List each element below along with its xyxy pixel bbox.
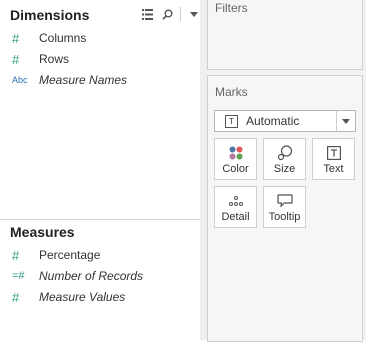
pane-splitter[interactable] [200,0,207,340]
color-dots-icon [228,145,244,161]
filters-title: Filters [215,1,248,15]
size-circles-icon [277,145,293,161]
measure-number-icon: # [12,51,20,67]
field-label: Number of Records [39,269,144,283]
color-button[interactable]: Color [214,138,257,180]
data-pane: Dimensions # Columns # Rows Abc Measure … [0,0,200,340]
field-label: Columns [39,31,87,45]
text-box-icon [326,145,341,161]
chevron-down-icon [336,111,355,131]
mark-type-dropdown[interactable]: T Automatic [214,110,356,132]
dimension-field-measure-names[interactable]: Abc Measure Names [12,71,127,89]
field-label: Percentage [39,248,101,262]
string-abc-icon: Abc [12,75,28,85]
measures-header: Measures [10,224,75,240]
detail-button[interactable]: Detail [214,186,257,228]
tooltip-label: Tooltip [268,211,301,223]
color-label: Color [222,163,249,175]
tooltip-button[interactable]: Tooltip [263,186,306,228]
measure-field-measure-values[interactable]: # Measure Values [12,288,125,306]
field-label: Measure Names [39,73,128,87]
mark-type-label: Automatic [246,114,300,128]
dimension-field-columns[interactable]: # Columns [12,29,86,47]
view-toggle-icon[interactable] [140,7,154,21]
detail-label: Detail [221,211,250,223]
dimensions-toolbar [140,6,201,22]
size-button[interactable]: Size [263,138,306,180]
section-divider [0,219,200,220]
text-button[interactable]: Text [312,138,355,180]
measure-field-number-of-records[interactable]: =# Number of Records [12,267,143,285]
marks-title: Marks [215,85,248,99]
text-mark-icon: T [225,114,238,128]
measure-number-icon: # [12,247,20,263]
filters-shelf[interactable]: Filters [207,0,363,70]
text-label: Text [323,163,344,175]
calculated-number-icon: =# [12,270,25,282]
measure-number-icon: # [12,30,20,46]
toolbar-divider [180,7,181,21]
menu-dropdown-icon[interactable] [187,7,201,21]
field-label: Measure Values [39,290,126,304]
field-label: Rows [39,52,70,66]
size-label: Size [273,163,296,175]
measure-number-icon: # [12,289,20,305]
measure-field-percentage[interactable]: # Percentage [12,246,100,264]
dimensions-header: Dimensions [10,7,90,23]
marks-card: Marks T Automatic Color Size Text Detail… [207,75,363,342]
detail-dots-icon [228,193,244,209]
dimension-field-rows[interactable]: # Rows [12,50,69,68]
shelves-pane: Filters Marks T Automatic Color Size Tex… [207,0,366,342]
tooltip-bubble-icon [276,193,293,209]
search-icon[interactable] [160,7,174,21]
